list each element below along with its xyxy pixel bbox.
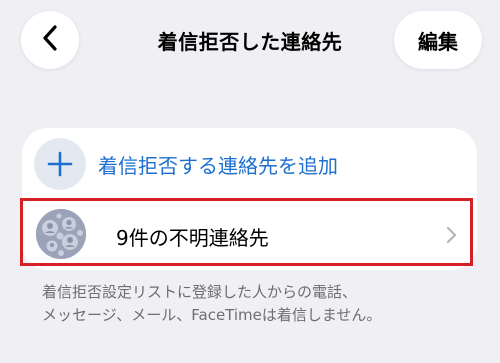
add-blocked-contact-label: 着信拒否する連絡先を追加 [98, 154, 338, 178]
plus-icon [34, 138, 86, 190]
footer-note: 着信拒否設定リストに登録した人からの電話、 メッセージ、メール、FaceTime… [42, 281, 462, 327]
footer-note-line-2: メッセージ、メール、FaceTimeは着信しません。 [42, 306, 382, 324]
add-blocked-contact-row[interactable]: 着信拒否する連絡先を追加 [22, 128, 477, 198]
footer-note-line-1: 着信拒否設定リストに登録した人からの電話、 [42, 283, 358, 301]
highlight-box [20, 198, 473, 266]
edit-button[interactable]: 編集 [394, 11, 482, 69]
